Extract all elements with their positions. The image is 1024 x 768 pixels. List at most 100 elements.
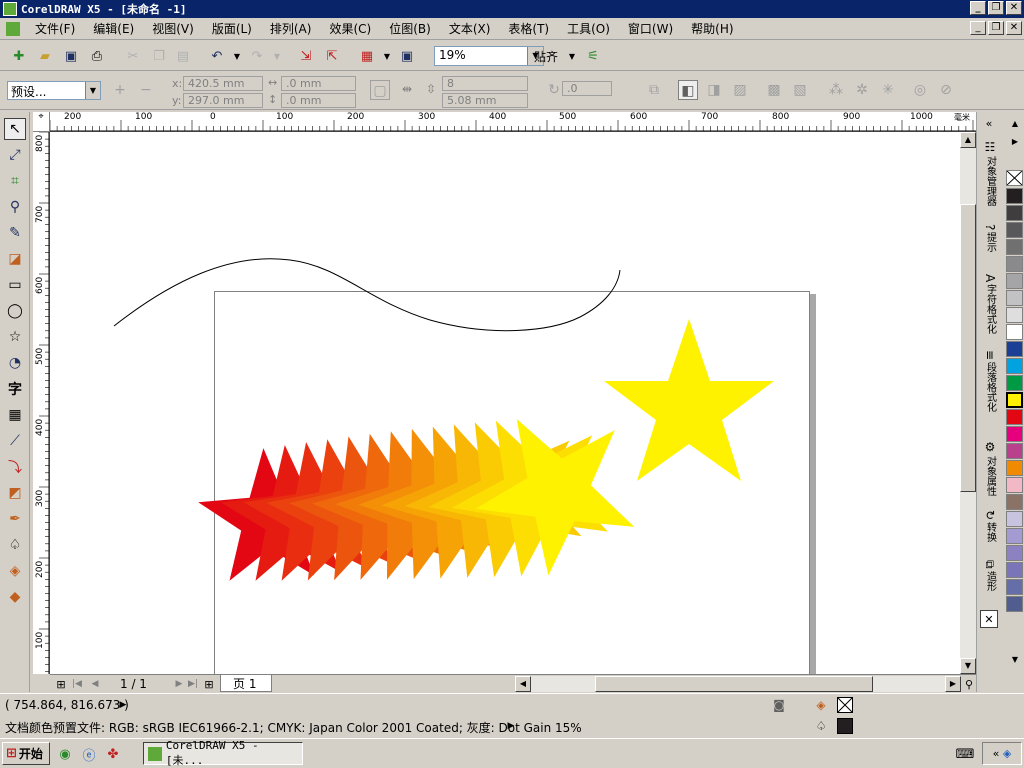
welcome-screen-icon[interactable]: ▣ [398, 47, 416, 65]
lead-star[interactable] [604, 319, 774, 481]
trim-icon[interactable]: ✲ [852, 80, 872, 100]
import-icon[interactable]: ⇲ [297, 47, 315, 65]
start-button[interactable]: ⊞ 开始 [2, 742, 50, 765]
scroll-left-icon[interactable]: ◀ [515, 676, 531, 692]
snap-status-icon[interactable]: ◙ [770, 696, 788, 714]
doc-close-button[interactable]: ✕ [1006, 21, 1022, 35]
color-swatch[interactable] [1006, 409, 1023, 425]
color-swatch[interactable] [1006, 545, 1023, 561]
minimize-button[interactable]: _ [970, 1, 986, 15]
horizontal-scroll-thumb[interactable] [595, 676, 873, 692]
copy-icon[interactable]: ❐ [150, 47, 168, 65]
outline-color-black[interactable] [837, 718, 853, 734]
fill-color-none[interactable] [837, 697, 853, 713]
palette-scroll-down-icon[interactable]: ▼ [1006, 650, 1024, 668]
outline-status-icon[interactable]: ♤ [812, 717, 830, 735]
chrome-icon[interactable]: ◉ [56, 745, 74, 763]
width-field[interactable]: .0 mm [281, 76, 356, 91]
eyedropper-tool-icon[interactable]: ✒ [4, 508, 26, 530]
menu-table[interactable]: 表格(T) [499, 20, 558, 37]
status-flyout-icon[interactable]: ▶ [114, 696, 132, 714]
smart-fill-tool-icon[interactable]: ◪ [4, 248, 26, 270]
color-swatch[interactable] [1006, 528, 1023, 544]
zoom-level-select[interactable]: 19% ▼ [434, 46, 544, 66]
add-page-after-icon[interactable]: ⊞ [200, 675, 218, 693]
break-apart-icon[interactable]: ▧ [790, 80, 810, 100]
scroll-up-icon[interactable]: ▲ [960, 132, 976, 148]
vertical-scrollbar[interactable]: ▲ ▼ [960, 132, 976, 674]
simplify-icon[interactable]: ◎ [910, 80, 930, 100]
color-swatch[interactable] [1006, 307, 1023, 323]
coreldraw-task-button[interactable]: CorelDRAW X5 - [未... [143, 739, 303, 767]
color-swatch[interactable] [1006, 324, 1023, 340]
close-button[interactable]: ✕ [1006, 1, 1022, 15]
doc-minimize-button[interactable]: _ [970, 21, 986, 35]
docker-character-formatting[interactable]: A 字符格式化 [980, 274, 1000, 346]
color-swatch[interactable] [1006, 273, 1023, 289]
menu-edit[interactable]: 编辑(E) [84, 20, 143, 37]
tray-expand[interactable]: « ◈ [982, 742, 1022, 765]
menu-effects[interactable]: 效果(C) [320, 20, 380, 37]
cut-icon[interactable]: ✂ [124, 47, 142, 65]
docker-paragraph-formatting[interactable]: ≡ 段落格式化 [980, 350, 1000, 436]
snap-dropdown-icon[interactable]: ▼ [563, 47, 581, 65]
horizontal-ruler[interactable]: 200 100 0 100 200 300 400 500 600 700 80… [50, 112, 976, 132]
star-blend-group[interactable] [198, 418, 635, 581]
mirror-vertical-icon[interactable]: ⇳ [426, 82, 436, 96]
undo-dropdown-icon[interactable]: ▼ [228, 47, 246, 65]
menu-view[interactable]: 视图(V) [143, 20, 203, 37]
preset-select[interactable]: 预设... ▼ [7, 81, 101, 100]
interactive-fill-tool-icon[interactable]: ◆ [4, 586, 26, 608]
color-swatch[interactable] [1006, 426, 1023, 442]
color-swatch[interactable] [1006, 188, 1023, 204]
menu-tools[interactable]: 工具(O) [558, 20, 619, 37]
print-icon[interactable]: ⎙ [88, 47, 106, 65]
color-swatch[interactable] [1006, 239, 1023, 255]
color-swatch[interactable] [1006, 494, 1023, 510]
redo-icon[interactable]: ↷ [248, 47, 266, 65]
fill-tool-icon[interactable]: ◈ [4, 560, 26, 582]
color-swatch[interactable] [1006, 511, 1023, 527]
snap-to-label[interactable]: 贴齐 [534, 48, 558, 65]
new-document-icon[interactable]: ✚ [10, 47, 28, 65]
connector-tool-icon[interactable]: ⤵ [4, 456, 26, 478]
horizontal-scrollbar[interactable]: ◀ ▶ [515, 676, 961, 692]
paste-icon[interactable]: ▤ [174, 47, 192, 65]
freehand-curve[interactable] [113, 258, 621, 332]
color-swatch[interactable] [1006, 443, 1023, 459]
menu-layout[interactable]: 版面(L) [203, 20, 261, 37]
rotate-icon[interactable]: ↻ [544, 80, 564, 100]
crop-tool-icon[interactable]: ⌗ [4, 170, 26, 192]
application-launcher-icon[interactable]: ▦ [358, 47, 376, 65]
color-swatch[interactable] [1006, 392, 1023, 408]
menu-window[interactable]: 窗口(W) [619, 20, 682, 37]
color-swatch[interactable] [1006, 222, 1023, 238]
height-field[interactable]: .0 mm [281, 93, 356, 108]
color-swatch[interactable] [1006, 341, 1023, 357]
outline-pen-tool-icon[interactable]: ♤ [4, 534, 26, 556]
launcher-dropdown-icon[interactable]: ▼ [378, 47, 396, 65]
profile-flyout-icon[interactable]: ▶ [502, 717, 520, 735]
vertical-scroll-thumb[interactable] [960, 204, 976, 492]
ruler-origin[interactable]: ⌖ [33, 112, 50, 132]
scroll-down-icon[interactable]: ▼ [960, 658, 976, 674]
color-swatch[interactable] [1006, 579, 1023, 595]
doc-restore-button[interactable]: ❐ [988, 21, 1004, 35]
drawing-canvas[interactable] [50, 132, 960, 674]
intersect-icon[interactable]: ✳ [878, 80, 898, 100]
color-swatch[interactable] [1006, 290, 1023, 306]
text-tool-icon[interactable]: 字 [4, 378, 26, 400]
shape-tool-icon[interactable]: ⤢ [4, 144, 26, 166]
add-preset-icon[interactable]: + [110, 80, 130, 100]
group-icon[interactable]: ▨ [730, 80, 750, 100]
save-icon[interactable]: ▣ [62, 47, 80, 65]
color-swatch[interactable] [1006, 358, 1023, 374]
color-swatch[interactable] [1006, 205, 1023, 221]
open-folder-icon[interactable]: ▰ [36, 47, 54, 65]
mirror-horizontal-icon[interactable]: ⇹ [402, 82, 412, 96]
ellipse-tool-icon[interactable]: ◯ [4, 300, 26, 322]
menu-text[interactable]: 文本(X) [440, 20, 500, 37]
rotation-angle-field[interactable]: .0 [562, 81, 612, 96]
combine-icon[interactable]: ▩ [764, 80, 784, 100]
options-icon[interactable]: ⚟ [584, 47, 602, 65]
